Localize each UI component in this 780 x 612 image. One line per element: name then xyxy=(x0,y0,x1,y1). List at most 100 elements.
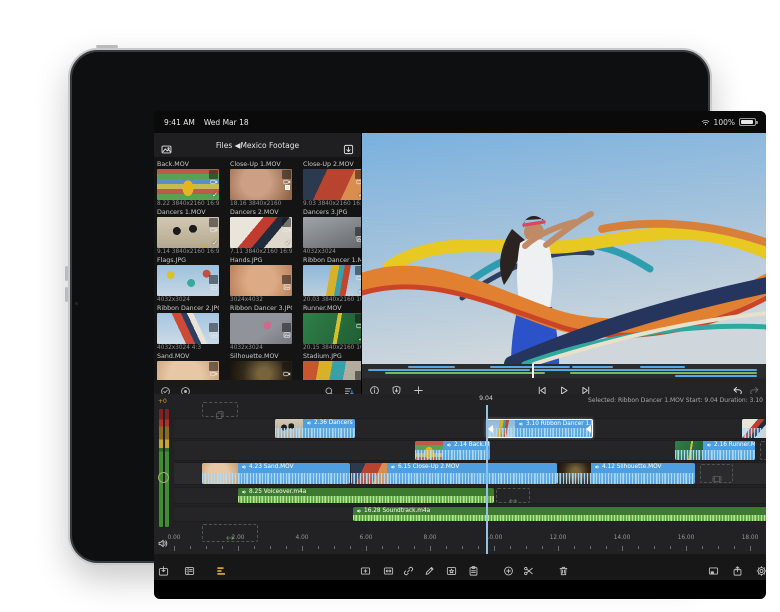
camera-sm-icon xyxy=(209,170,218,179)
audio-track-2[interactable]: 16.28 Soundtrack.m4a xyxy=(174,506,766,522)
preview-frame xyxy=(362,133,766,364)
star-box-icon[interactable] xyxy=(446,562,457,573)
media-item-thumbnail[interactable]: ✓ xyxy=(157,169,219,200)
crosshair-icon[interactable] xyxy=(413,381,424,392)
media-item[interactable]: Dancers 3.JPG4032x3024 xyxy=(303,209,361,257)
speaker-icon[interactable] xyxy=(157,534,168,545)
drop-placeholder[interactable] xyxy=(202,402,238,417)
skip-forward-icon[interactable] xyxy=(581,381,592,392)
media-item-thumbnail[interactable] xyxy=(303,217,361,248)
drop-placeholder[interactable] xyxy=(496,488,530,503)
play-icon[interactable] xyxy=(559,381,570,392)
video-clip-sand-mov[interactable]: 4.23 Sand.MOV xyxy=(202,463,350,484)
main-video-track[interactable]: 4.23 Sand.MOV6.15 Close-Up 2.MOV4.12 Sil… xyxy=(174,462,766,485)
project-import-icon[interactable] xyxy=(158,562,169,573)
share-icon[interactable] xyxy=(732,562,743,573)
media-item[interactable]: Ribbon Dancer 1.MOV✓20.03 3840x2160 16:9 xyxy=(303,257,361,305)
drop-placeholder[interactable] xyxy=(700,464,733,483)
media-item-thumbnail[interactable] xyxy=(157,313,219,344)
media-item[interactable]: Sand.MOV xyxy=(157,353,219,380)
redo-icon[interactable] xyxy=(749,381,760,392)
clipboard-icon[interactable] xyxy=(468,562,479,573)
power-button xyxy=(96,45,118,48)
overlay-track-2[interactable]: 2.36 Dancers 1.M 3.10 Ribbon Dancer 1.M 4.… xyxy=(174,418,766,439)
overlay-track-1[interactable]: 2.14 Back.MO 2.16 Runner.MO xyxy=(174,440,766,461)
media-item[interactable]: Ribbon Dancer 3.JPG4032x3024 xyxy=(230,305,292,353)
selected-check-icon: ✓ xyxy=(212,191,218,199)
media-item[interactable]: Stadium.JPG xyxy=(303,353,361,380)
status-right: 100% xyxy=(701,118,756,127)
undo-icon[interactable] xyxy=(732,381,743,392)
video-clip-back-mo[interactable]: 2.14 Back.MO xyxy=(415,441,490,460)
video-clip-close-up-2-mov[interactable]: 6.15 Close-Up 2.MOV xyxy=(351,463,557,484)
overview-playhead[interactable] xyxy=(532,364,534,378)
trim-handle[interactable] xyxy=(488,425,493,433)
photos-icon[interactable] xyxy=(161,140,172,151)
media-item[interactable]: Back.MOV✓8.22 3840x2160 16:9 xyxy=(157,161,219,209)
drop-placeholder[interactable] xyxy=(760,441,766,460)
scissors-icon[interactable] xyxy=(523,562,534,573)
media-item[interactable]: Close-Up 1.MOV18.16 3840x2160 xyxy=(230,161,292,209)
link-icon[interactable] xyxy=(403,562,414,573)
selected-check-icon: ✓ xyxy=(358,191,361,199)
search-icon[interactable] xyxy=(324,382,335,393)
video-clip-ribbon-dancer-1-m[interactable]: 3.10 Ribbon Dancer 1.M xyxy=(486,419,593,438)
layout-icon[interactable] xyxy=(708,562,719,573)
media-item[interactable]: Flags.JPG4032x3024 xyxy=(157,257,219,305)
audio-clip-voiceover-m4a[interactable]: 8.25 Voiceover.m4a xyxy=(238,488,494,503)
plus-circle-icon[interactable] xyxy=(503,562,514,573)
meter-ring[interactable] xyxy=(158,472,169,483)
media-item[interactable]: Silhouette.MOV xyxy=(230,353,292,380)
insert-box-icon[interactable] xyxy=(360,562,371,573)
record-circle-icon[interactable] xyxy=(180,382,191,393)
timeline-overview[interactable] xyxy=(362,364,766,378)
media-item-thumbnail[interactable] xyxy=(230,169,292,200)
media-item-thumbnail[interactable] xyxy=(230,313,292,344)
video-viewer[interactable] xyxy=(362,133,766,364)
camera-sm-icon xyxy=(209,218,218,227)
media-item[interactable]: Dancers 2.MOV✓7.11 3840x2160 16:9 xyxy=(230,209,292,257)
trim-handle[interactable] xyxy=(586,425,591,433)
media-item[interactable]: Hands.JPG3024x4032 xyxy=(230,257,292,305)
storyboard-icon[interactable] xyxy=(184,562,195,573)
ruler-tick xyxy=(462,546,463,549)
media-item-thumbnail[interactable] xyxy=(230,361,292,380)
audio-clip-soundtrack-m4a[interactable]: 16.28 Soundtrack.m4a xyxy=(353,507,766,521)
skip-back-icon[interactable] xyxy=(537,381,548,392)
check-circle-icon[interactable] xyxy=(160,382,171,393)
media-item-thumbnail[interactable]: ✓ xyxy=(230,217,292,248)
photo-sm-icon xyxy=(282,323,291,332)
pencil-icon[interactable] xyxy=(424,562,435,573)
media-item[interactable]: Ribbon Dancer 2.JPG4032x3024 4:3 xyxy=(157,305,219,353)
time-ruler[interactable]: 0.002.004.006.008.0010.0012.0014.0016.00… xyxy=(174,535,766,544)
media-item-thumbnail[interactable]: ✓ xyxy=(157,217,219,248)
import-icon[interactable] xyxy=(343,140,354,151)
info-circle-icon[interactable] xyxy=(369,381,380,392)
media-item[interactable]: Close-Up 2.MOV✓9.03 3840x2160 16:9 xyxy=(303,161,361,209)
media-item-thumbnail[interactable] xyxy=(230,265,292,296)
media-item-thumbnail[interactable] xyxy=(303,361,361,380)
media-item-info: 20.15 3840x2160 16:9 xyxy=(303,344,361,352)
audio-track-1[interactable]: 8.25 Voiceover.m4a xyxy=(174,487,766,504)
trash-icon[interactable] xyxy=(558,562,569,573)
gear-icon[interactable] xyxy=(756,562,766,573)
media-item-thumbnail[interactable]: ✓ xyxy=(303,169,361,200)
sort-icon[interactable] xyxy=(344,382,355,393)
library-breadcrumb[interactable]: Files ◀Mexico Footage xyxy=(172,141,343,150)
overwrite-box-icon[interactable] xyxy=(383,562,394,573)
video-clip-runner-mo[interactable]: 2.16 Runner.MO xyxy=(675,441,755,460)
video-clip-dancers-1-m[interactable]: 2.36 Dancers 1.M xyxy=(275,419,355,438)
media-item-thumbnail[interactable] xyxy=(157,361,219,380)
media-item-thumbnail[interactable]: ✓ xyxy=(303,313,361,344)
video-clip-partial[interactable]: 4.1 xyxy=(742,419,766,438)
media-item-thumbnail[interactable]: ✓ xyxy=(303,265,361,296)
shield-icon[interactable] xyxy=(391,381,402,392)
playhead[interactable] xyxy=(486,405,488,554)
tracks-icon[interactable] xyxy=(216,562,227,573)
media-item-thumbnail[interactable] xyxy=(157,265,219,296)
ruler-label: 4.00 xyxy=(296,535,309,541)
video-clip-silhouette-mov[interactable]: 4.12 Silhouette.MOV xyxy=(557,463,695,484)
overview-segment xyxy=(534,369,757,371)
media-item[interactable]: Dancers 1.MOV✓9.14 3840x2160 16:9 xyxy=(157,209,219,257)
media-item[interactable]: Runner.MOV✓20.15 3840x2160 16:9 xyxy=(303,305,361,353)
